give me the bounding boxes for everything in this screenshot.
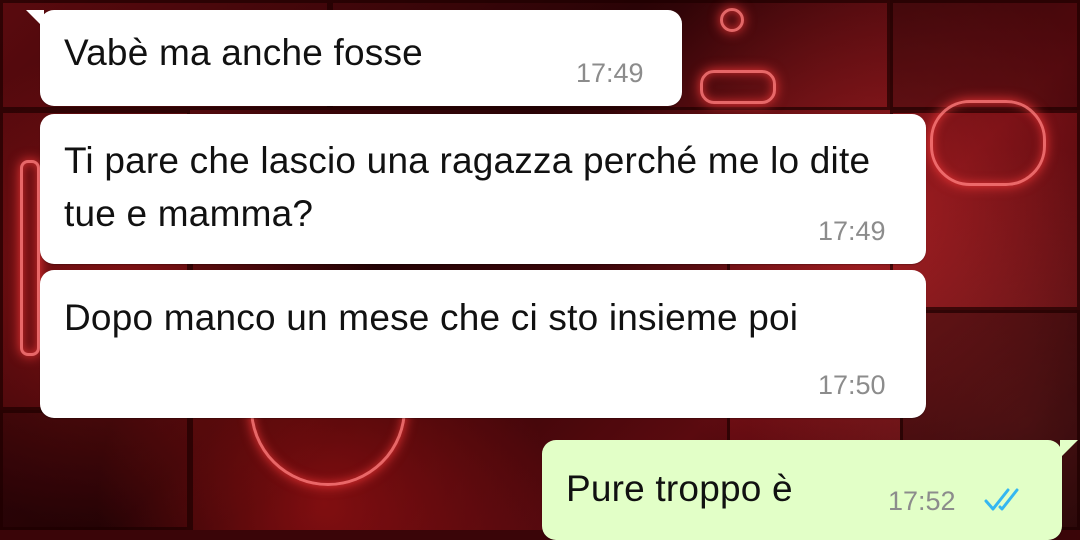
message-timestamp: 17:50 — [818, 370, 886, 400]
message-timestamp: 17:49 — [576, 58, 644, 88]
outgoing-message-bubble[interactable]: Pure troppo è 17:52 — [542, 440, 1078, 540]
wallpaper-tile — [890, 0, 1080, 110]
message-timestamp: 17:49 — [818, 216, 886, 246]
message-timestamp: 17:52 — [888, 486, 956, 516]
neon-shape-decoration — [700, 70, 776, 104]
incoming-message-bubble[interactable]: Ti pare che lascio una ragazza perché me… — [40, 114, 926, 264]
bubble-tail — [26, 10, 44, 28]
bubble-tail — [1060, 440, 1078, 458]
wallpaper-tile — [0, 410, 190, 530]
incoming-message-bubble[interactable]: Dopo manco un mese che ci sto insieme po… — [40, 270, 926, 418]
message-text: Ti pare che lascio una ragazza perché me… — [64, 140, 881, 234]
double-check-read-icon — [984, 488, 1019, 511]
message-text: Vabè ma anche fosse — [64, 32, 423, 73]
neon-circle-decoration — [720, 8, 744, 32]
incoming-message-bubble[interactable]: Vabè ma anche fosse 17:49 — [26, 10, 682, 106]
neon-line-decoration — [20, 160, 40, 356]
neon-shape-decoration — [930, 100, 1046, 186]
message-text: Pure troppo è — [566, 468, 793, 509]
message-text: Dopo manco un mese che ci sto insieme po… — [64, 297, 799, 338]
